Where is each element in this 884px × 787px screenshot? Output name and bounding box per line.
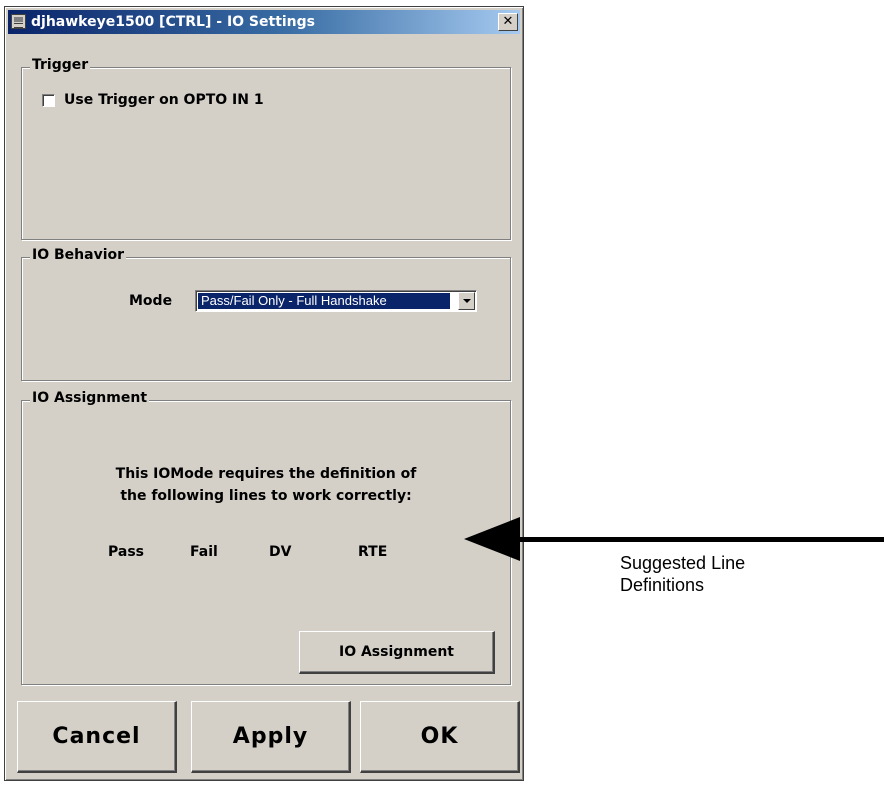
- io-assignment-group: IO Assignment This IOMode requires the d…: [21, 390, 511, 685]
- io-settings-dialog: djhawkeye1500 [CTRL] - IO Settings ✕ Tri…: [4, 6, 524, 781]
- arrow-left-icon-shaft: [510, 537, 884, 542]
- requirement-text: This IOMode requires the definition of t…: [22, 463, 510, 507]
- line-def-pass: Pass: [108, 544, 144, 560]
- mode-select[interactable]: Pass/Fail Only - Full Handshake: [195, 290, 477, 312]
- io-behavior-group: IO Behavior Mode Pass/Fail Only - Full H…: [21, 247, 511, 381]
- mode-select-value[interactable]: Pass/Fail Only - Full Handshake: [198, 293, 450, 309]
- trigger-group: Trigger Use Trigger on OPTO IN 1: [21, 57, 511, 240]
- window-title: djhawkeye1500 [CTRL] - IO Settings: [31, 14, 316, 30]
- trigger-checkbox-row[interactable]: Use Trigger on OPTO IN 1: [42, 92, 264, 108]
- chevron-down-icon[interactable]: [458, 292, 475, 310]
- annotation-callout: Suggested Line Definitions: [620, 552, 745, 596]
- mode-label: Mode: [129, 293, 173, 309]
- io-assignment-group-label: IO Assignment: [30, 390, 150, 406]
- requirement-line-1: This IOMode requires the definition of: [115, 466, 417, 482]
- io-behavior-group-label: IO Behavior: [30, 247, 127, 263]
- io-assignment-button[interactable]: IO Assignment: [299, 631, 495, 674]
- line-def-dv: DV: [269, 544, 292, 560]
- annotation-line-2: Definitions: [620, 575, 705, 595]
- annotation-line-1: Suggested Line: [620, 553, 746, 573]
- window-app-icon[interactable]: [11, 14, 26, 29]
- cancel-button[interactable]: Cancel: [17, 701, 177, 773]
- close-icon: ✕: [502, 14, 514, 29]
- line-def-rte: RTE: [358, 544, 388, 560]
- title-bar[interactable]: djhawkeye1500 [CTRL] - IO Settings ✕: [8, 10, 520, 34]
- line-def-fail: Fail: [190, 544, 218, 560]
- use-trigger-label[interactable]: Use Trigger on OPTO IN 1: [64, 92, 264, 108]
- trigger-group-label: Trigger: [30, 57, 91, 73]
- arrow-left-icon: [464, 517, 520, 561]
- close-button[interactable]: ✕: [498, 13, 518, 31]
- ok-button[interactable]: OK: [360, 701, 520, 773]
- use-trigger-checkbox[interactable]: [42, 93, 55, 107]
- apply-button[interactable]: Apply: [191, 701, 351, 773]
- requirement-line-2: the following lines to work correctly:: [120, 488, 412, 504]
